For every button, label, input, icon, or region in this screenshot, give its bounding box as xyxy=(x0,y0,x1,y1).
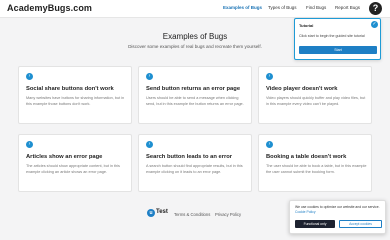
site-logo[interactable]: AcademyBugs.com xyxy=(7,3,92,13)
nav-find-bugs[interactable]: Find Bugs xyxy=(306,5,326,10)
cookie-policy-link[interactable]: Cookie Policy xyxy=(295,210,316,214)
functional-only-button[interactable]: Functional only xyxy=(295,220,335,228)
card-description: Many websites have buttons for sharing i… xyxy=(26,96,125,106)
bug-card-social-share[interactable]: › Social share buttons don't work Many w… xyxy=(18,66,132,124)
page-subtitle: Discover some examples of real bugs and … xyxy=(128,44,262,49)
card-title[interactable]: Search button leads to an error xyxy=(146,154,232,160)
card-title[interactable]: Video player doesn't work xyxy=(266,86,338,92)
tutorial-title: Tutorial xyxy=(299,23,314,28)
bug-card-search-button[interactable]: › Search button leads to an error A sear… xyxy=(138,134,252,192)
footer-logo-text: Test xyxy=(156,209,168,215)
bug-card-video-player[interactable]: › Video player doesn't work Video player… xyxy=(258,66,372,124)
footer-logo[interactable]: u Test xyxy=(147,208,169,218)
accept-cookies-button[interactable]: Accept cookies xyxy=(339,220,382,228)
arrow-right-icon[interactable]: › xyxy=(266,73,273,80)
cookie-text: We use cookies to optimize our website a… xyxy=(295,205,383,215)
top-navbar: AcademyBugs.com Examples of Bugs Types o… xyxy=(0,0,390,18)
terms-link[interactable]: Terms & Conditions xyxy=(174,212,210,217)
card-description: Users should be able to send a message w… xyxy=(146,96,244,106)
card-title[interactable]: Send button returns an error page xyxy=(146,86,240,92)
card-description: The user should be able to book a table,… xyxy=(266,164,367,174)
utest-logo-icon: u xyxy=(147,209,155,217)
question-icon[interactable]: ? xyxy=(369,2,382,15)
card-description: A search button should find appropriate … xyxy=(146,164,243,174)
card-title[interactable]: Articles show an error page xyxy=(26,154,102,160)
bug-card-booking-table[interactable]: › Booking a table doesn't work The user … xyxy=(258,134,372,192)
nav-types-of-bugs[interactable]: Types of Bugs xyxy=(268,5,297,10)
page-title: Examples of Bugs xyxy=(162,32,228,41)
arrow-right-icon[interactable]: › xyxy=(26,73,33,80)
privacy-link[interactable]: Privacy Policy xyxy=(215,212,241,217)
arrow-right-icon[interactable]: › xyxy=(266,141,273,148)
check-icon: ✓ xyxy=(371,21,378,28)
card-description: The articles should show appropriate con… xyxy=(26,164,120,174)
cookie-banner: We use cookies to optimize our website a… xyxy=(289,200,386,234)
arrow-right-icon[interactable]: › xyxy=(26,141,33,148)
card-title[interactable]: Social share buttons don't work xyxy=(26,86,114,92)
arrow-right-icon[interactable]: › xyxy=(146,141,153,148)
card-description: Video players should quickly buffer and … xyxy=(266,96,366,106)
card-title[interactable]: Booking a table doesn't work xyxy=(266,154,346,160)
bug-card-articles[interactable]: › Articles show an error page The articl… xyxy=(18,134,132,192)
nav-report-bugs[interactable]: Report Bugs xyxy=(335,5,360,10)
cookie-message: We use cookies to optimize our website a… xyxy=(295,205,380,209)
arrow-right-icon[interactable]: › xyxy=(146,73,153,80)
nav-examples-of-bugs[interactable]: Examples of Bugs xyxy=(223,5,262,10)
bug-card-send-button[interactable]: › Send button returns an error page User… xyxy=(138,66,252,124)
